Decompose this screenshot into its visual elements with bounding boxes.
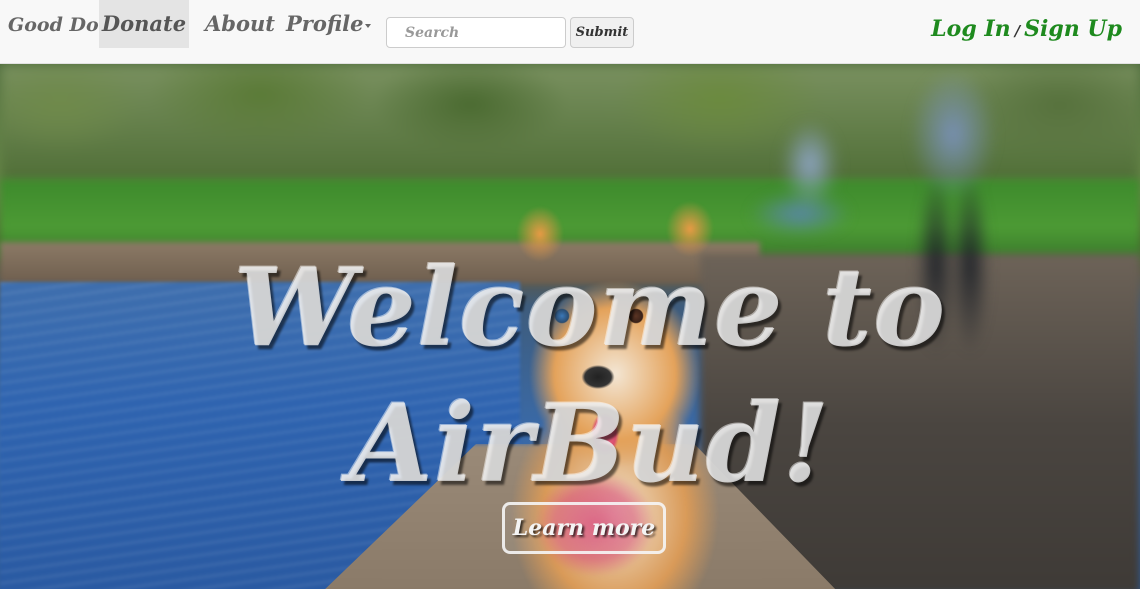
hero-title: Welcome to AirBud! xyxy=(150,240,1030,512)
auth-links: Log In / Sign Up xyxy=(931,16,1122,42)
signup-link[interactable]: Sign Up xyxy=(1024,16,1122,42)
login-link[interactable]: Log In xyxy=(931,16,1010,42)
learn-more-button[interactable]: Learn more xyxy=(502,502,666,554)
hero-title-line2: AirBud! xyxy=(349,381,831,508)
search-input[interactable] xyxy=(386,17,566,48)
auth-separator: / xyxy=(1014,22,1021,40)
top-navbar: Good Dog! Donate About Profile Submit Lo… xyxy=(0,0,1140,64)
nav-item-profile-dropdown[interactable]: Profile xyxy=(286,0,372,48)
hero-title-line1: Welcome to xyxy=(233,245,947,372)
nav-item-profile-label: Profile xyxy=(286,11,364,36)
nav-item-donate[interactable]: Donate xyxy=(99,0,189,48)
caret-down-icon xyxy=(365,23,372,28)
search-submit-button[interactable]: Submit xyxy=(570,17,634,48)
nav-item-about[interactable]: About xyxy=(205,0,275,48)
